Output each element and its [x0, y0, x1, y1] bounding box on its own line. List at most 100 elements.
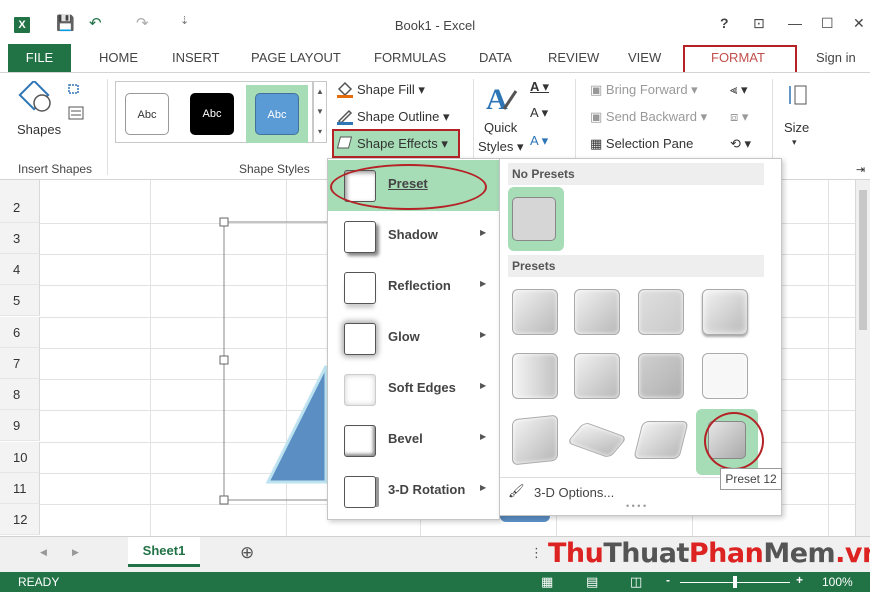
status-bar: READY ▦ ▤ ◫ - + 100%: [0, 572, 870, 592]
row-header[interactable]: 4: [0, 254, 40, 285]
edit-shape-icon[interactable]: [66, 81, 96, 131]
menu-item-reflection[interactable]: Reflection ▶: [328, 262, 499, 313]
vertical-scrollbar[interactable]: [855, 180, 870, 536]
style-swatch-blue[interactable]: Abc: [255, 93, 299, 135]
bring-forward-button[interactable]: ▣ Bring Forward ▾: [590, 82, 698, 98]
row-header-partial: [0, 180, 40, 192]
close-button[interactable]: ✕: [853, 15, 865, 32]
tab-file[interactable]: FILE: [8, 44, 71, 72]
size-label[interactable]: Size: [784, 120, 809, 135]
quick-styles-label-2-text: Styles: [478, 139, 514, 154]
selection-pane-button[interactable]: ▦ Selection Pane: [590, 136, 693, 152]
rotate-icon[interactable]: ⟲ ▾: [730, 136, 751, 152]
no-preset-swatch: [512, 197, 556, 241]
row-header[interactable]: 8: [0, 379, 40, 410]
tab-split-handle-icon[interactable]: ⋮: [530, 545, 543, 561]
shapes-icon[interactable]: [18, 81, 56, 115]
preset-10[interactable]: [566, 421, 628, 459]
tab-view[interactable]: VIEW: [628, 50, 661, 65]
preset-6[interactable]: [574, 353, 620, 399]
sign-in-link[interactable]: Sign in: [816, 50, 856, 65]
text-fill-icon[interactable]: A ▾: [530, 79, 549, 95]
ribbon-display-button[interactable]: ⊡: [753, 15, 765, 32]
gallery-scroll[interactable]: ▲ ▼ ▾: [313, 81, 327, 143]
row-header[interactable]: 10: [0, 442, 40, 473]
resize-grip-icon[interactable]: • • • •: [626, 501, 646, 511]
quick-styles-label[interactable]: Quick: [484, 120, 517, 135]
quick-styles-label-2[interactable]: Styles ▾: [478, 139, 524, 155]
shape-outline-label: Shape Outline: [357, 109, 440, 124]
tab-data[interactable]: DATA: [479, 50, 512, 65]
no-presets-header: No Presets: [508, 163, 764, 185]
text-outline-icon[interactable]: A ▾: [530, 105, 548, 121]
preset-4[interactable]: [702, 289, 748, 335]
row-header[interactable]: 12: [0, 504, 40, 535]
row-header[interactable]: 7: [0, 348, 40, 379]
tab-review[interactable]: REVIEW: [548, 50, 599, 65]
submenu-arrow-icon: ▶: [480, 483, 487, 492]
menu-item-glow[interactable]: Glow ▶: [328, 313, 499, 364]
send-backward-button[interactable]: ▣ Send Backward ▾: [590, 109, 707, 125]
zoom-out-button[interactable]: -: [666, 573, 670, 587]
preset-9[interactable]: [512, 414, 558, 466]
menu-item-shadow[interactable]: Shadow ▶: [328, 211, 499, 262]
preset-2[interactable]: [574, 289, 620, 335]
preset-11[interactable]: [633, 421, 689, 459]
submenu-arrow-icon: ▶: [480, 381, 487, 390]
help-button[interactable]: ?: [720, 15, 729, 31]
page-layout-view-icon[interactable]: ▤: [586, 574, 598, 590]
tab-page-layout[interactable]: PAGE LAYOUT: [251, 50, 341, 65]
no-preset-option[interactable]: [508, 187, 564, 251]
zoom-level[interactable]: 100%: [822, 575, 853, 589]
text-effects-icon[interactable]: A ▾: [530, 133, 548, 149]
menu-item-soft-edges[interactable]: Soft Edges ▶: [328, 364, 499, 415]
quick-styles-icon[interactable]: A: [484, 79, 520, 115]
restore-button[interactable]: ☐: [821, 15, 834, 32]
submenu-arrow-icon: ▶: [480, 228, 487, 237]
group-objects-icon[interactable]: ⧈ ▾: [730, 109, 748, 125]
tab-formulas[interactable]: FORMULAS: [374, 50, 446, 65]
row-header[interactable]: 2: [0, 192, 40, 223]
shape-outline-icon[interactable]: [336, 107, 354, 125]
shapes-label[interactable]: Shapes: [17, 122, 61, 137]
add-sheet-icon[interactable]: ⊕: [240, 543, 254, 563]
shape-fill-button[interactable]: Shape Fill ▾: [357, 82, 425, 98]
row-header[interactable]: 3: [0, 223, 40, 254]
scroll-thumb[interactable]: [859, 190, 867, 330]
3d-options-link[interactable]: 3-D Options...: [534, 485, 614, 500]
zoom-slider-thumb[interactable]: [733, 576, 737, 588]
sheet-nav-right-icon[interactable]: ▶: [72, 547, 79, 558]
menu-item-bevel[interactable]: Bevel ▶: [328, 415, 499, 466]
style-swatch-black[interactable]: Abc: [190, 93, 234, 135]
row-header[interactable]: 6: [0, 317, 40, 348]
align-icon[interactable]: ⫷ ▾: [730, 82, 747, 98]
tab-insert[interactable]: INSERT: [172, 50, 219, 65]
menu-item-3d-rotation[interactable]: 3-D Rotation ▶: [328, 466, 499, 517]
tab-home[interactable]: HOME: [99, 50, 138, 65]
preset-3[interactable]: [638, 289, 684, 335]
shape-fill-icon[interactable]: [336, 80, 354, 98]
title-bar: X 💾 ↶ ↷ ⇣ Book1 - Excel ? ⊡ — ☐ ✕: [0, 0, 870, 44]
watermark-part: .vn: [835, 538, 870, 569]
preset-7[interactable]: [638, 353, 684, 399]
sheet-tab-sheet1[interactable]: Sheet1: [128, 537, 200, 567]
row-header[interactable]: 5: [0, 285, 40, 316]
send-backward-label: Send Backward: [605, 109, 697, 124]
row-header[interactable]: 11: [0, 473, 40, 504]
column-gridline: [828, 180, 829, 536]
size-icon[interactable]: [786, 83, 810, 107]
minimize-button[interactable]: —: [788, 15, 802, 31]
sheet-nav-left-icon[interactable]: ◀: [40, 547, 47, 558]
preset-1[interactable]: [512, 289, 558, 335]
page-break-view-icon[interactable]: ◫: [630, 574, 642, 590]
size-dropdown-icon[interactable]: ▾: [792, 137, 797, 148]
zoom-in-button[interactable]: +: [796, 573, 803, 587]
row-header[interactable]: 9: [0, 410, 40, 441]
preset-8[interactable]: [702, 353, 748, 399]
shape-outline-button[interactable]: Shape Outline ▾: [357, 109, 450, 125]
style-swatch-white[interactable]: Abc: [125, 93, 169, 135]
bevel-thumb-icon: [344, 425, 376, 457]
preset-5[interactable]: [512, 353, 558, 399]
collapse-ribbon-icon[interactable]: ⇥: [856, 163, 865, 176]
normal-view-icon[interactable]: ▦: [541, 574, 553, 590]
